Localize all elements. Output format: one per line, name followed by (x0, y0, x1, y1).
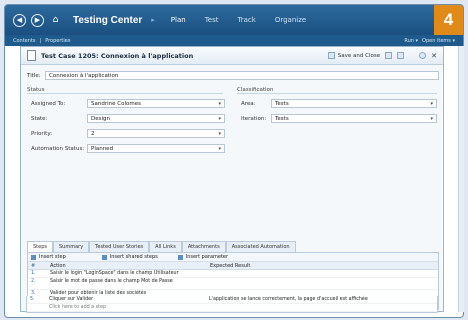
forward-icon[interactable]: ▶ (31, 13, 44, 27)
status-section: Status (27, 87, 223, 94)
priority-value: 2 (91, 130, 95, 137)
steps-header: # Action Expected Result (28, 262, 438, 270)
shared-steps-icon (101, 254, 107, 260)
tab-steps[interactable]: Steps (27, 241, 53, 252)
save-close-label: Save and Close (337, 52, 381, 59)
help-icon[interactable] (419, 52, 427, 59)
test-case-window: Test Case 1205: Connexion à l'applicatio… (20, 46, 444, 312)
assigned-label: Assigned To: (31, 100, 66, 107)
separator-icon: ▸ (151, 16, 155, 24)
iteration-select[interactable]: Tests (271, 114, 437, 123)
step-number: 5. (30, 297, 35, 302)
iteration-label: Iteration: (241, 115, 267, 122)
contents-link[interactable]: Contents (13, 38, 36, 44)
step-number: 2. (31, 279, 36, 284)
title-bar: ◀ ▶ ⌂ Testing Center ▸ Plan Test Track O… (5, 5, 463, 35)
insert-parameter-button[interactable]: Insert parameter (186, 254, 228, 260)
scrollbar[interactable] (458, 46, 464, 312)
priority-label: Priority: (31, 130, 53, 137)
insert-shared-steps-button[interactable]: Insert shared steps (110, 254, 158, 260)
title-input[interactable]: Connexion à l'application (45, 71, 439, 80)
tab-all-links[interactable]: All Links (149, 241, 182, 252)
tab-associated-automation[interactable]: Associated Automation (225, 241, 296, 252)
options-icon[interactable] (397, 52, 405, 59)
back-icon[interactable]: ◀ (13, 13, 26, 27)
subbar-separator: | (39, 37, 42, 44)
step-expected: L'application se lance correctement, la … (209, 297, 368, 302)
state-value: Design (91, 115, 110, 122)
priority-row: Priority: 2 (31, 129, 225, 138)
app-title: Testing Center (73, 14, 143, 26)
priority-select[interactable]: 2 (87, 129, 225, 138)
properties-link[interactable]: Properties (45, 38, 70, 44)
insert-step-icon (31, 254, 36, 260)
classification-section: Classification (237, 87, 437, 94)
open-items-menu[interactable]: Open items ▾ (422, 38, 455, 44)
parameter-icon (177, 254, 183, 260)
table-row[interactable]: 2. Saisir le mot de passe dans le champ M… (28, 278, 438, 290)
state-select[interactable]: Design (87, 114, 225, 123)
automation-select[interactable]: Planned (87, 144, 225, 153)
tab-tested-user-stories[interactable]: Tested User Stories (89, 241, 150, 252)
save-close-button[interactable]: Save and Close (327, 52, 381, 59)
area-select[interactable]: Tests (271, 99, 437, 108)
close-icon[interactable]: ✕ (431, 52, 437, 60)
automation-row: Automation Status: Planned (31, 144, 225, 153)
step-action: Saisir le mot de passe dans le champ Mot… (50, 279, 173, 284)
step-number: 1. (31, 271, 36, 276)
steps-toolbar: Insert step Insert shared steps Insert p… (28, 253, 438, 262)
nav-plan[interactable]: Plan (164, 16, 193, 24)
col-number: # (31, 262, 36, 269)
iteration-row: Iteration: Tests (241, 114, 437, 123)
document-header: Test Case 1205: Connexion à l'applicatio… (21, 47, 443, 65)
add-step-placeholder: Click here to add a step (49, 305, 107, 310)
save-icon (327, 52, 335, 59)
tab-summary[interactable]: Summary (53, 241, 90, 252)
document-title: Test Case 1205: Connexion à l'applicatio… (41, 51, 194, 60)
assigned-select[interactable]: Sandrine Colomes (87, 99, 225, 108)
sub-toolbar: Contents | Properties Run ▾ Open items ▾ (5, 35, 463, 46)
automation-value: Planned (91, 145, 114, 152)
insert-step-button[interactable]: Insert step (39, 254, 66, 260)
document-icon (27, 50, 36, 61)
assigned-value: Sandrine Colomes (91, 100, 141, 107)
area-value: Tests (275, 100, 289, 107)
step-badge: 4 (434, 5, 463, 35)
steps-grid-continued: 5. Cliquer sur Valider L'application se la… (26, 296, 438, 313)
home-icon[interactable]: ⌂ (49, 14, 62, 27)
state-label: State: (31, 115, 48, 122)
table-row[interactable]: 5. Cliquer sur Valider L'application se la… (27, 296, 437, 304)
step-action: Cliquer sur Valider (49, 297, 94, 302)
table-row[interactable]: 1. Saisir le login "LoginSpace" dans le c… (28, 270, 438, 278)
title-row: Title: Connexion à l'application (27, 71, 439, 80)
add-step-row[interactable]: Click here to add a step (27, 304, 437, 312)
assigned-row: Assigned To: Sandrine Colomes (31, 99, 225, 108)
col-expected: Expected Result (210, 262, 251, 269)
tab-attachments[interactable]: Attachments (181, 241, 226, 252)
detail-tabs: Steps Summary Tested User Stories All Li… (27, 241, 296, 252)
automation-label: Automation Status: (31, 145, 85, 152)
step-action: Saisir le login "LoginSpace" dans le cha… (50, 271, 179, 276)
area-label: Area: (241, 100, 256, 107)
run-menu[interactable]: Run ▾ (404, 38, 418, 44)
nav-organize[interactable]: Organize (268, 16, 313, 24)
area-row: Area: Tests (241, 99, 437, 108)
title-label: Title: (27, 72, 41, 79)
col-action: Action (50, 262, 66, 269)
refresh-icon[interactable] (385, 52, 393, 59)
nav-test[interactable]: Test (198, 16, 226, 24)
nav-track[interactable]: Track (231, 16, 263, 24)
state-row: State: Design (31, 114, 225, 123)
iteration-value: Tests (275, 115, 289, 122)
